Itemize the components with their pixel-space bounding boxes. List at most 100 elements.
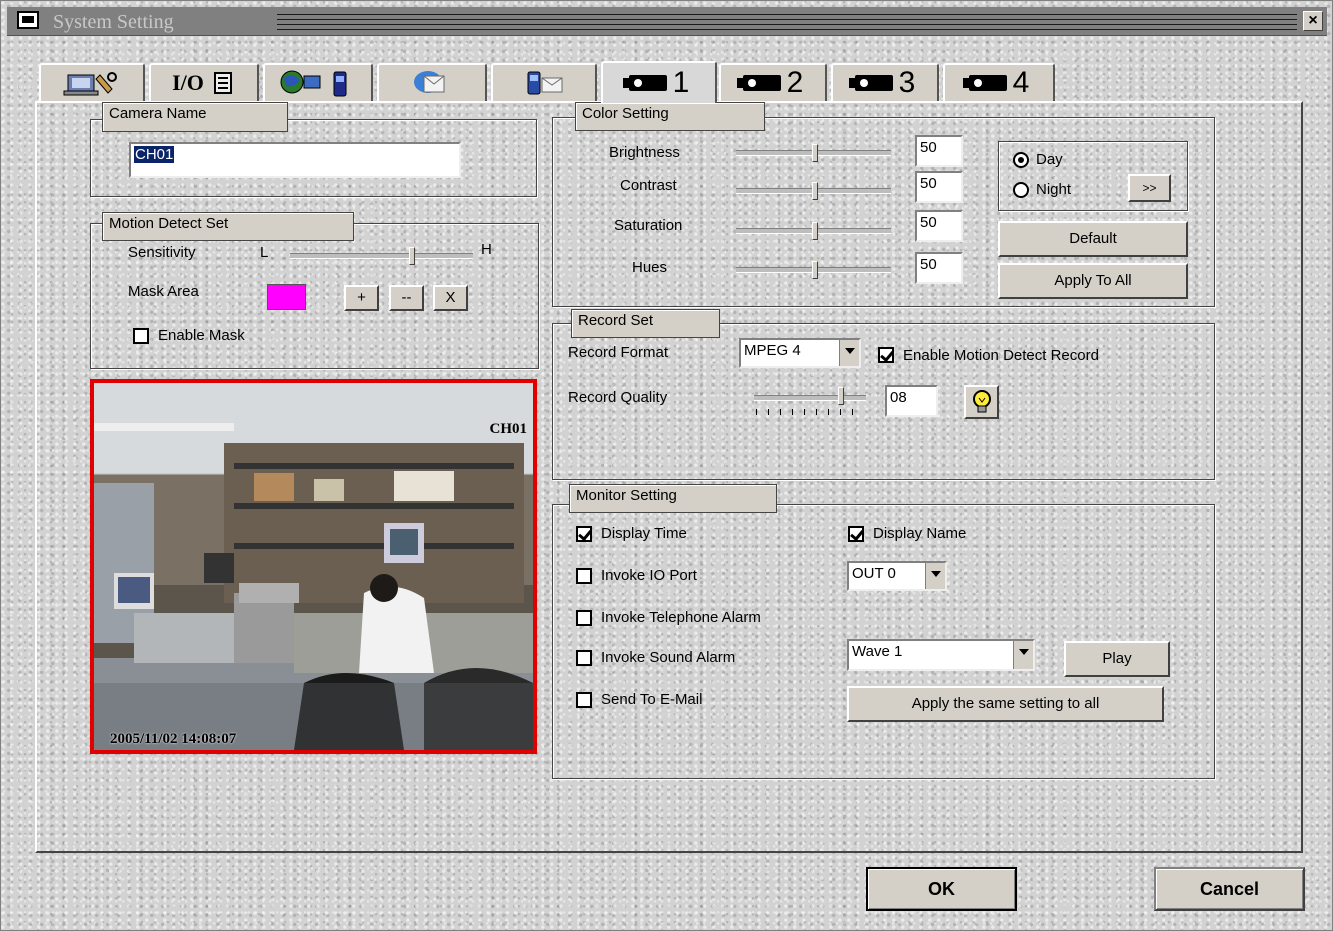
io-icon: [213, 72, 232, 94]
record-set-legend: Record Set: [571, 309, 720, 338]
tab-io[interactable]: I/O: [149, 63, 259, 101]
camera-icon: [962, 75, 1007, 91]
mask-add-button[interactable]: +: [344, 285, 379, 311]
computer-tools-icon: [63, 72, 117, 96]
io-port-value: OUT 0: [852, 565, 896, 582]
tab-camera-4[interactable]: 4: [943, 63, 1055, 101]
title-bar[interactable]: System Setting ×: [7, 7, 1327, 36]
mask-color-swatch[interactable]: [267, 284, 306, 310]
sensitivity-slider-track: [290, 253, 473, 259]
sound-select[interactable]: Wave 1: [847, 639, 1035, 671]
ok-button[interactable]: OK: [866, 867, 1017, 911]
close-button[interactable]: ×: [1303, 11, 1323, 31]
title-bar-grip: [277, 12, 1297, 30]
sensitivity-label: Sensitivity: [128, 244, 196, 261]
email-icon: [414, 71, 445, 93]
io-tab-label: I/O: [172, 70, 204, 95]
preview-channel-label: CH01: [489, 421, 528, 437]
record-quality-slider[interactable]: [754, 387, 866, 417]
brightness-value-input[interactable]: 50: [915, 135, 963, 167]
tab-camera-2[interactable]: 2: [719, 63, 827, 101]
mask-remove-button[interactable]: --: [389, 285, 424, 311]
display-name-checkbox[interactable]: [848, 526, 864, 542]
sensitivity-slider[interactable]: [290, 247, 473, 267]
display-time-checkbox[interactable]: [576, 526, 592, 542]
send-email-checkbox[interactable]: [576, 692, 592, 708]
cancel-button[interactable]: Cancel: [1154, 867, 1305, 911]
chevron-down-icon[interactable]: [1013, 641, 1033, 669]
sound-value: Wave 1: [852, 643, 903, 660]
display-time-label: Display Time: [601, 525, 687, 542]
tab-network[interactable]: [263, 63, 373, 101]
record-quality-label: Record Quality: [568, 389, 668, 406]
io-port-select[interactable]: OUT 0: [847, 561, 947, 591]
camera-3-tab-label: 3: [898, 66, 916, 99]
color-setting-legend: Color Setting: [575, 102, 765, 131]
enable-mask-label: Enable Mask: [158, 327, 245, 344]
record-format-select[interactable]: MPEG 4: [739, 338, 861, 368]
hues-slider[interactable]: [736, 260, 891, 280]
invoke-sound-alarm-checkbox[interactable]: [576, 650, 592, 666]
play-button[interactable]: Play: [1064, 641, 1170, 677]
saturation-slider-thumb[interactable]: [812, 222, 818, 240]
hues-slider-thumb[interactable]: [812, 261, 818, 279]
camera-icon: [622, 75, 667, 91]
system-setting-window: System Setting × I/O 1 2 3 4 Camera Name…: [0, 0, 1333, 931]
contrast-slider[interactable]: [736, 181, 891, 201]
more-settings-button[interactable]: >>: [1128, 174, 1171, 202]
camera-1-tab-label: 1: [672, 66, 690, 99]
invoke-sound-alarm-label: Invoke Sound Alarm: [601, 649, 736, 666]
lightbulb-icon: [972, 390, 991, 413]
tab-mobile[interactable]: [491, 63, 597, 101]
brightness-label: Brightness: [609, 144, 680, 161]
night-radio[interactable]: [1013, 182, 1029, 198]
tab-system[interactable]: [39, 63, 145, 101]
tips-button[interactable]: [964, 385, 999, 419]
saturation-slider[interactable]: [736, 221, 891, 241]
chevron-down-icon[interactable]: [925, 563, 945, 589]
contrast-slider-thumb[interactable]: [812, 182, 818, 200]
sensitivity-low-label: L: [260, 244, 269, 261]
brightness-slider[interactable]: [736, 143, 891, 163]
contrast-label: Contrast: [620, 177, 677, 194]
monitor-setting-legend: Monitor Setting: [569, 484, 777, 513]
invoke-io-port-checkbox[interactable]: [576, 568, 592, 584]
day-radio[interactable]: [1013, 152, 1029, 168]
tab-email[interactable]: [377, 63, 487, 101]
hues-label: Hues: [632, 259, 668, 276]
camera-name-legend: Camera Name: [102, 102, 288, 132]
saturation-value-input[interactable]: 50: [915, 210, 963, 242]
tab-camera-3[interactable]: 3: [831, 63, 939, 101]
saturation-label: Saturation: [614, 217, 683, 234]
invoke-io-port-label: Invoke IO Port: [601, 567, 697, 584]
mobile-message-icon: [527, 71, 563, 95]
window-title: System Setting: [53, 11, 174, 33]
record-quality-value-input[interactable]: 08: [885, 385, 938, 417]
sensitivity-high-label: H: [481, 241, 492, 258]
tab-camera-1[interactable]: 1: [601, 61, 717, 103]
brightness-slider-thumb[interactable]: [812, 144, 818, 162]
contrast-value-input[interactable]: 50: [915, 171, 963, 203]
sensitivity-slider-thumb[interactable]: [409, 247, 415, 265]
default-button[interactable]: Default: [998, 221, 1188, 257]
record-quality-thumb[interactable]: [838, 387, 844, 405]
camera-name-input[interactable]: CH01: [129, 142, 461, 178]
hues-value-input[interactable]: 50: [915, 252, 963, 284]
enable-mask-checkbox[interactable]: [133, 328, 149, 344]
camera-icon: [736, 75, 781, 91]
motion-detect-legend: Motion Detect Set: [102, 212, 354, 241]
record-format-value: MPEG 4: [744, 342, 801, 359]
apply-same-setting-button[interactable]: Apply the same setting to all: [847, 686, 1164, 722]
camera-4-tab-label: 4: [1012, 66, 1030, 99]
chevron-down-icon[interactable]: [839, 340, 859, 366]
record-quality-track: [754, 395, 866, 401]
send-email-label: Send To E-Mail: [601, 691, 703, 708]
apply-to-all-button[interactable]: Apply To All: [998, 263, 1188, 299]
invoke-telephone-alarm-checkbox[interactable]: [576, 610, 592, 626]
record-quality-ticks: [756, 409, 864, 415]
motion-detect-record-checkbox[interactable]: [878, 347, 894, 363]
mask-clear-button[interactable]: X: [433, 285, 468, 311]
preview-timestamp: 2005/11/02 14:08:07: [110, 731, 237, 747]
record-format-label: Record Format: [568, 344, 669, 361]
day-label: Day: [1036, 151, 1063, 168]
